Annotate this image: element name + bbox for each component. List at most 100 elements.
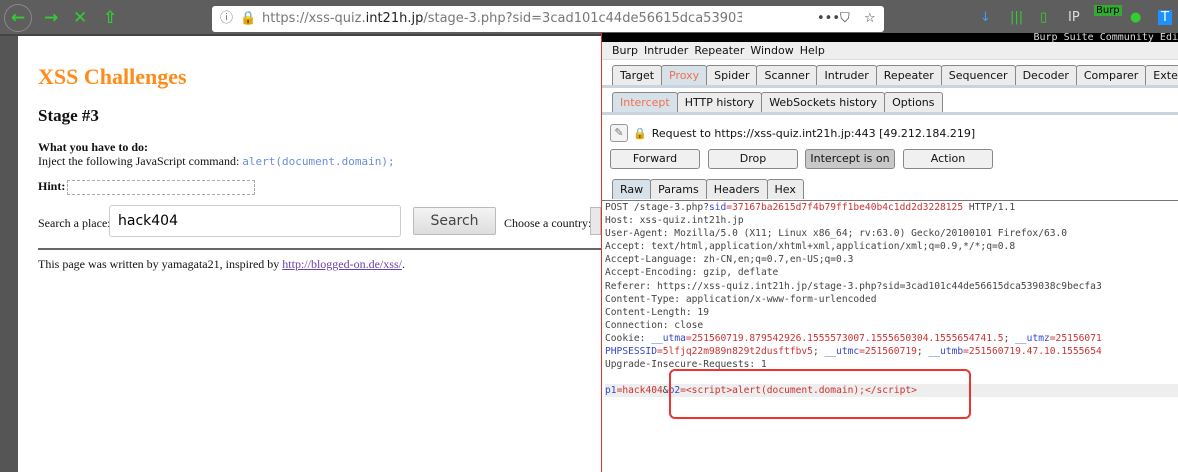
request-text: HTTP/1.1: [963, 202, 1016, 213]
param-value: =251560719.879542926.1555573007.15556503…: [685, 332, 1004, 344]
hint-box[interactable]: [67, 180, 255, 195]
search-button[interactable]: Search: [413, 207, 496, 235]
view-tabs: Raw Params Headers Hex: [612, 179, 804, 199]
intercept-toggle-button[interactable]: Intercept is on: [805, 149, 895, 169]
action-button[interactable]: Action: [903, 149, 993, 169]
tab-repeater[interactable]: Repeater: [875, 65, 942, 85]
menu-window[interactable]: Window: [750, 44, 793, 57]
burp-extension-icon[interactable]: Burp: [1094, 5, 1122, 16]
request-line: User-Agent: Mozilla/5.0 (X11; Linux x86_…: [605, 227, 1178, 240]
param-value: =25156071: [1049, 332, 1102, 344]
request-line: Accept-Language: zh-CN,en;q=0.7,en-US;q=…: [605, 253, 1178, 266]
request-line: Content-Type: application/x-www-form-url…: [605, 293, 1178, 306]
drop-button[interactable]: Drop: [708, 149, 798, 169]
tab-target[interactable]: Target: [612, 65, 663, 85]
menu-repeater[interactable]: Repeater: [694, 44, 744, 57]
request-line: Referer: https://xss-quiz.int21h.jp/stag…: [605, 280, 1178, 293]
home-icon[interactable]: ⇧: [103, 8, 117, 28]
request-text: ;: [1003, 332, 1016, 344]
subtab-websockets-history[interactable]: WebSockets history: [761, 92, 886, 112]
forward-icon[interactable]: →: [44, 8, 58, 28]
tab-proxy[interactable]: Proxy: [661, 65, 708, 85]
footer: This page was written by yamagata21, ins…: [38, 257, 405, 271]
url-text[interactable]: https://xss-quiz.int21h.jp/stage-3.php?s…: [262, 6, 742, 32]
more-icon[interactable]: •••: [817, 6, 840, 32]
tab-intruder[interactable]: Intruder: [816, 65, 877, 85]
request-text: Content-Length: 19: [605, 306, 709, 318]
country-select[interactable]: [590, 207, 601, 235]
url-bar[interactable]: ⓘ 🔒 https://xss-quiz.int21h.jp/stage-3.p…: [212, 6, 884, 32]
tab-params[interactable]: Params: [650, 179, 707, 199]
task-text: Inject the following JavaScript command:…: [38, 154, 395, 168]
forward-button[interactable]: Forward: [610, 149, 700, 169]
burp-title-bar: Burp Suite Community Edi: [602, 33, 1178, 42]
subtab-http-history[interactable]: HTTP history: [676, 92, 763, 112]
star-icon[interactable]: ☆: [864, 6, 876, 32]
footer-link[interactable]: http://blogged-on.de/xss/: [282, 257, 402, 271]
request-text: Referer: https://xss-quiz.int21h.jp/stag…: [605, 280, 1102, 292]
request-line: Accept: text/html,application/xhtml+xml,…: [605, 240, 1178, 253]
menu-help[interactable]: Help: [800, 44, 825, 57]
param-name: __utma: [651, 332, 686, 344]
country-label: Choose a country:: [504, 216, 592, 230]
tab-divider: [602, 85, 1178, 88]
request-text: ;: [812, 346, 825, 358]
param-name: sid: [708, 202, 727, 213]
search-label: Search a place:: [38, 216, 111, 230]
param-value: =251560719: [859, 346, 917, 358]
tab-decoder[interactable]: Decoder: [1014, 65, 1077, 85]
tab-extender[interactable]: Extender: [1145, 65, 1178, 85]
raw-request-editor[interactable]: POST /stage-3.php?sid=37167ba2615d7f4b79…: [602, 200, 1178, 472]
request-text: Content-Type: application/x-www-form-url…: [605, 293, 877, 305]
param-name: PHPSESSID: [605, 346, 657, 358]
info-icon[interactable]: ⓘ: [220, 6, 233, 32]
tab-comparer[interactable]: Comparer: [1075, 65, 1147, 85]
request-text: Accept-Encoding: gzip, deflate: [605, 267, 779, 279]
ip-extension-icon[interactable]: IP: [1068, 10, 1080, 25]
tab-hex[interactable]: Hex: [766, 179, 804, 199]
back-icon[interactable]: ←: [4, 4, 32, 32]
request-line: Connection: close: [605, 319, 1178, 332]
request-text: ;: [916, 346, 929, 358]
tab-raw[interactable]: Raw: [612, 179, 652, 199]
tab-spider[interactable]: Spider: [706, 65, 758, 85]
request-text: Accept-Language: zh-CN,en;q=0.7,en-US;q=…: [605, 254, 854, 266]
translate-icon[interactable]: T: [1158, 10, 1172, 25]
request-target: Request to https://xss-quiz.int21h.jp:44…: [651, 126, 976, 140]
request-text: User-Agent: Mozilla/5.0 (X11; Linux x86_…: [605, 228, 1068, 240]
menu-intruder[interactable]: Intruder: [644, 44, 688, 57]
stop-icon[interactable]: ✕: [73, 8, 87, 28]
param-name: p1: [605, 385, 617, 397]
request-text: Accept: text/html,application/xhtml+xml,…: [605, 241, 1016, 253]
hint-label: Hint:: [38, 179, 66, 193]
request-line: Cookie: __utma=251560719.879542926.15555…: [605, 332, 1178, 345]
burp-menu-bar: Burp Intruder Repeater Window Help: [602, 42, 1178, 60]
request-text: Host: xss-quiz.int21h.jp: [605, 215, 744, 227]
lock-icon: 🔒: [633, 126, 647, 140]
param-name: __utmz: [1015, 332, 1050, 344]
request-line: Accept-Encoding: gzip, deflate: [605, 266, 1178, 279]
highlight-annotation: [669, 369, 971, 419]
extension-icon[interactable]: ●: [1130, 10, 1141, 25]
download-icon[interactable]: ↓: [980, 10, 991, 25]
menu-burp[interactable]: Burp: [612, 44, 638, 57]
search-input[interactable]: [109, 205, 401, 237]
subtab-options[interactable]: Options: [884, 92, 943, 112]
tab-sequencer[interactable]: Sequencer: [940, 65, 1016, 85]
param-value: =251560719.47.10.1555654: [963, 346, 1102, 358]
request-line: Host: xss-quiz.int21h.jp: [605, 214, 1178, 227]
page-title: XSS Challenges: [38, 64, 187, 89]
main-tabs: Target Proxy Spider Scanner Intruder Rep…: [612, 65, 1178, 85]
web-page: XSS Challenges Stage #3 What you have to…: [18, 36, 601, 472]
request-line: POST /stage-3.php?sid=37167ba2615d7f4b79…: [605, 201, 1178, 214]
tab-scanner[interactable]: Scanner: [756, 65, 818, 85]
edit-icon[interactable]: ✎: [610, 124, 628, 142]
subtab-intercept[interactable]: Intercept: [612, 92, 678, 112]
pocket-icon[interactable]: ⛉: [840, 6, 850, 32]
library-icon[interactable]: |||: [1010, 10, 1023, 25]
task-label: What you have to do:: [38, 140, 149, 154]
tab-headers[interactable]: Headers: [705, 179, 768, 199]
request-text: Cookie:: [605, 332, 652, 344]
inject-code: alert(document.domain);: [242, 155, 395, 168]
sidebar-icon[interactable]: ▯: [1040, 10, 1047, 25]
